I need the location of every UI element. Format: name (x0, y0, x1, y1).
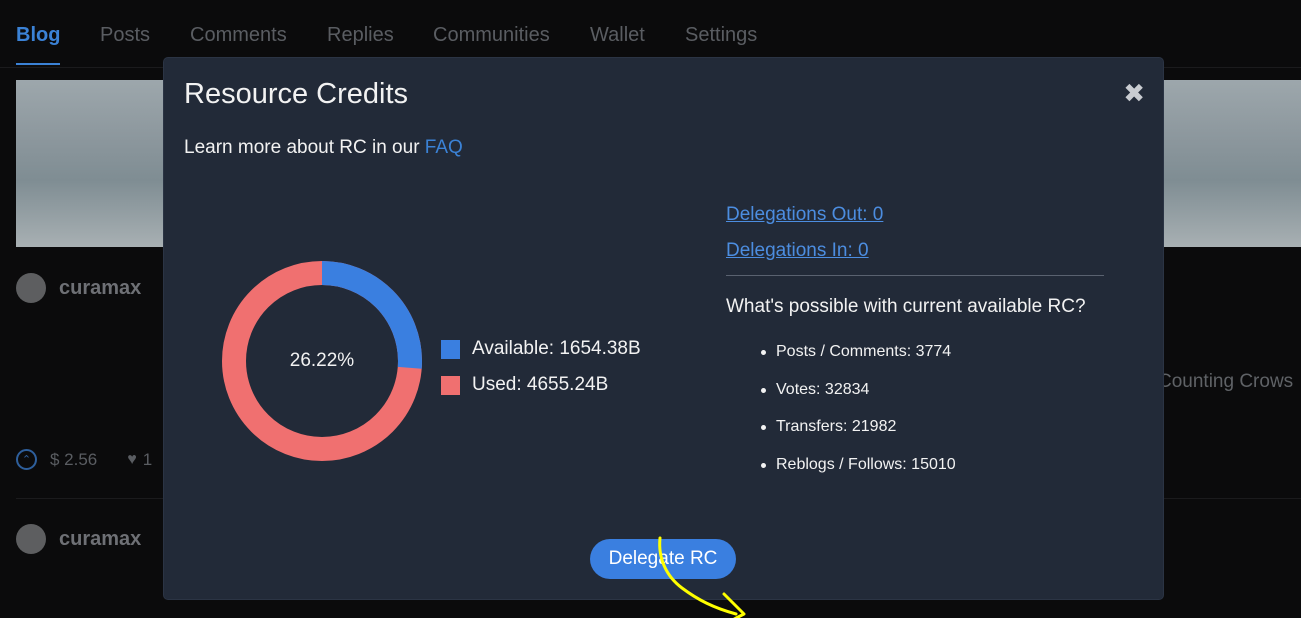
tab-communities[interactable]: Communities (433, 24, 550, 47)
tab-blog[interactable]: Blog (16, 24, 60, 47)
delegations-out-link[interactable]: Delegations Out: 0 (726, 204, 1106, 240)
divider (726, 275, 1104, 276)
author-name[interactable]: curamax (59, 528, 141, 551)
tab-replies[interactable]: Replies (327, 24, 394, 47)
rc-legend: Available: 1654.38B Used: 4655.24B (441, 331, 641, 403)
avatar[interactable] (16, 524, 46, 554)
annotation-arrow-icon (658, 536, 746, 618)
modal-title: Resource Credits (184, 78, 409, 110)
avatar[interactable] (16, 273, 46, 303)
list-item: Votes: 32834 (726, 381, 1106, 419)
rc-percent-label: 26.22% (289, 350, 355, 371)
rc-details: Delegations Out: 0 Delegations In: 0 Wha… (726, 204, 1106, 493)
tab-comments[interactable]: Comments (190, 24, 287, 47)
tab-settings[interactable]: Settings (685, 24, 757, 47)
legend-swatch-used (441, 375, 460, 395)
legend-available: Available: 1654.38B (441, 331, 641, 367)
legend-available-label: Available: 1654.38B (472, 338, 641, 359)
post-thumbnail[interactable] (16, 80, 166, 247)
legend-used: Used: 4655.24B (441, 367, 641, 403)
post-author[interactable]: curamax (16, 273, 141, 303)
post-snippet[interactable]: Counting Crows (1158, 371, 1293, 393)
faq-text: Learn more about RC in our FAQ (184, 137, 463, 159)
legend-swatch-available (441, 339, 460, 359)
heart-icon: ♥ (127, 450, 137, 468)
faq-prefix: Learn more about RC in our (184, 137, 425, 158)
list-item: Reblogs / Follows: 15010 (726, 456, 1106, 494)
faq-link[interactable]: FAQ (425, 137, 463, 158)
post-footer: ⌃ $ 2.56 ♥ 1 (16, 449, 152, 470)
upvote-icon[interactable]: ⌃ (16, 449, 37, 470)
tab-wallet[interactable]: Wallet (590, 24, 645, 47)
resource-credits-modal: Resource Credits ✖ Learn more about RC i… (164, 58, 1163, 618)
author-name[interactable]: curamax (59, 277, 141, 300)
possible-heading: What's possible with current available R… (726, 296, 1086, 317)
active-tab-indicator (16, 63, 60, 65)
close-icon[interactable]: ✖ (1123, 78, 1145, 109)
payout-value: $ 2.56 (50, 449, 98, 469)
post-author[interactable]: curamax (16, 524, 141, 554)
possible-list: Posts / Comments: 3774 Votes: 32834 Tran… (726, 343, 1106, 493)
delegations-in-link[interactable]: Delegations In: 0 (726, 240, 1106, 276)
legend-used-label: Used: 4655.24B (472, 374, 609, 395)
list-item: Posts / Comments: 3774 (726, 343, 1106, 381)
list-item: Transfers: 21982 (726, 418, 1106, 456)
tab-posts[interactable]: Posts (100, 24, 150, 47)
post-thumbnail[interactable] (1160, 80, 1301, 247)
heart-count: 1 (142, 449, 153, 469)
